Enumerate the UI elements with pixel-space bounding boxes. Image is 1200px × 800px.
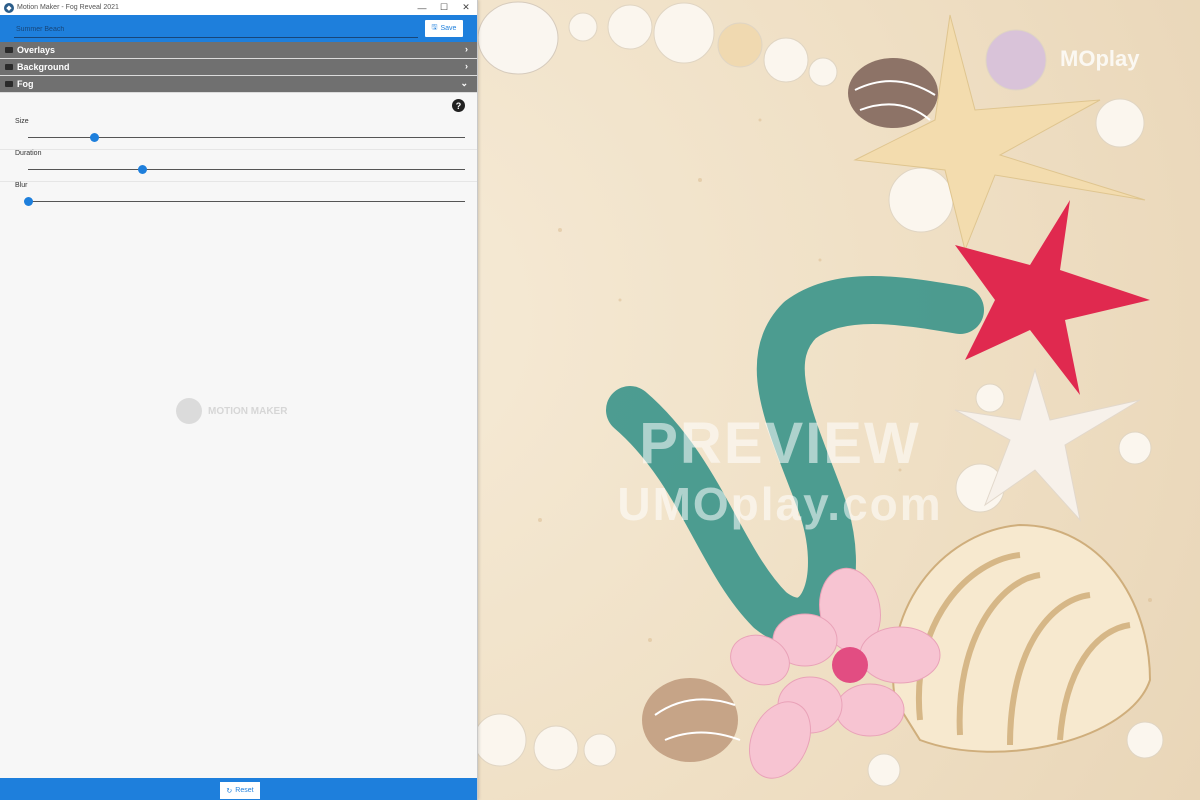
save-button[interactable]: 🖫 Save bbox=[425, 20, 463, 37]
section-label: Overlays bbox=[17, 45, 56, 55]
maximize-icon[interactable]: ☐ bbox=[433, 0, 455, 15]
slider-thumb[interactable] bbox=[24, 197, 33, 206]
window-title: Motion Maker - Fog Reveal 2021 bbox=[17, 4, 119, 11]
chevron-right-icon: › bbox=[465, 61, 468, 71]
brand-watermark: MOplay bbox=[1060, 46, 1140, 71]
chevron-right-icon: › bbox=[465, 44, 468, 54]
section-label: Fog bbox=[17, 79, 34, 89]
reset-label: Reset bbox=[235, 787, 254, 794]
slider-size: Size bbox=[0, 118, 477, 150]
motion-maker-watermark: MOTION MAKER bbox=[176, 398, 287, 424]
slider-thumb[interactable] bbox=[137, 165, 147, 174]
section-background[interactable]: Background › bbox=[0, 59, 477, 76]
title-bar: ◆ Motion Maker - Fog Reveal 2021 — ☐ ✕ bbox=[0, 0, 477, 15]
slider-blur: Blur bbox=[0, 182, 477, 213]
fog-icon bbox=[5, 81, 13, 87]
close-icon[interactable]: ✕ bbox=[455, 0, 477, 15]
slider-thumb[interactable] bbox=[89, 133, 99, 142]
top-bar: 🖫 Save bbox=[0, 15, 477, 42]
project-name-input[interactable] bbox=[14, 22, 418, 38]
overlays-icon bbox=[5, 47, 13, 53]
minimize-icon[interactable]: — bbox=[411, 0, 433, 15]
app-window: ◆ Motion Maker - Fog Reveal 2021 — ☐ ✕ 🖫… bbox=[0, 0, 478, 800]
slider-label: Blur bbox=[15, 182, 28, 189]
background-icon bbox=[5, 64, 13, 70]
app-icon: ◆ bbox=[4, 2, 14, 13]
section-overlays[interactable]: Overlays › bbox=[0, 42, 477, 59]
slider-label: Size bbox=[15, 118, 29, 125]
help-icon[interactable]: ? bbox=[452, 99, 465, 112]
save-label: Save bbox=[440, 25, 457, 32]
reset-button[interactable]: ↻ Reset bbox=[220, 782, 260, 799]
slider-track[interactable] bbox=[28, 169, 465, 170]
fog-panel: ? Size Duration Blur MOTION MAKER bbox=[0, 93, 477, 778]
window-controls: — ☐ ✕ bbox=[411, 0, 477, 15]
motion-maker-logo-icon bbox=[176, 398, 202, 424]
section-fog[interactable]: Fog ⌄ bbox=[0, 76, 477, 93]
section-label: Background bbox=[17, 62, 70, 72]
save-icon: 🖫 bbox=[431, 24, 438, 31]
reset-icon: ↻ bbox=[226, 787, 233, 795]
slider-duration: Duration bbox=[0, 150, 477, 182]
preview-watermark: PREVIEW UMOplay.com bbox=[617, 411, 943, 530]
slider-track[interactable] bbox=[28, 201, 465, 202]
slider-label: Duration bbox=[15, 150, 42, 157]
bottom-bar: ↻ Reset bbox=[0, 778, 477, 800]
chevron-down-icon: ⌄ bbox=[460, 78, 468, 88]
